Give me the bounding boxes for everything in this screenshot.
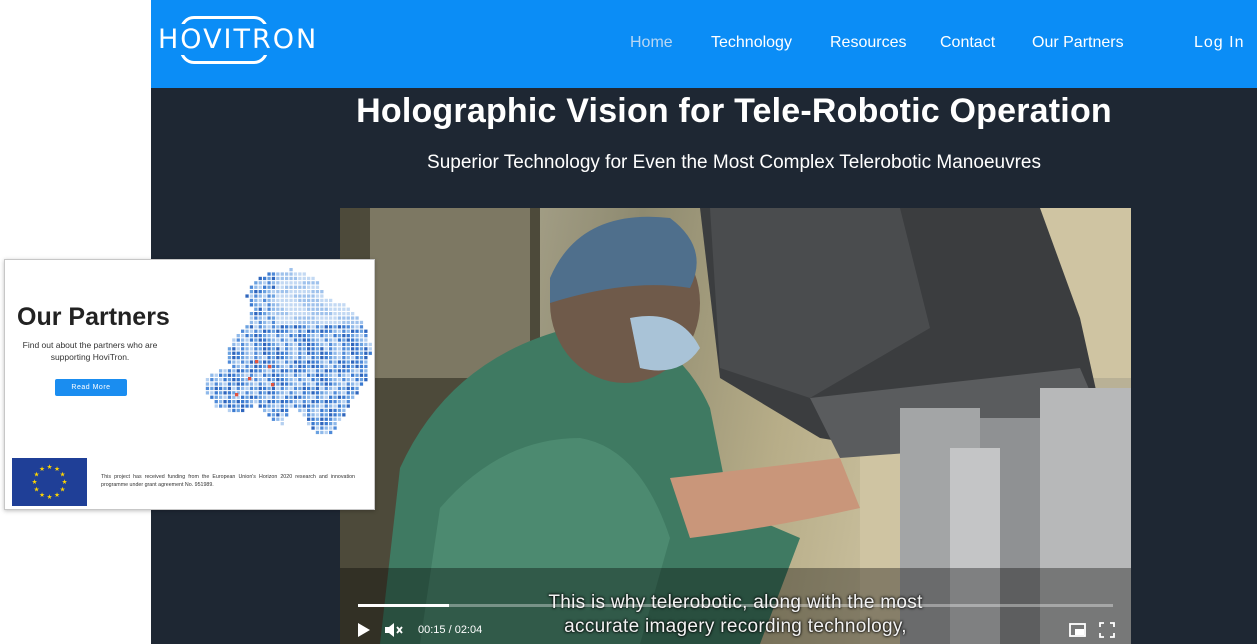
video-player[interactable]: This is why telerobotic, along with the … xyxy=(340,208,1131,644)
nav-link-technology[interactable]: Technology xyxy=(711,33,792,53)
card-title: Our Partners xyxy=(17,303,170,331)
partner-location-marker xyxy=(268,365,272,369)
surgeon-video-frame xyxy=(340,208,1131,644)
nav-link-resources[interactable]: Resources xyxy=(830,33,906,53)
picture-in-picture-icon[interactable] xyxy=(1069,622,1086,638)
partner-location-marker xyxy=(271,383,275,387)
hovitron-logo[interactable]: HOVITRON xyxy=(157,14,320,66)
eu-star-icon: ★ xyxy=(47,463,53,471)
funding-notice: This project has received funding from t… xyxy=(101,474,355,488)
eu-star-icon: ★ xyxy=(60,486,66,494)
eu-star-icon: ★ xyxy=(39,491,45,499)
eu-star-icon: ★ xyxy=(34,486,40,494)
eu-flag-icon: ★★★★★★★★★ ★ ★★ xyxy=(12,458,87,506)
partner-location-marker xyxy=(235,393,239,397)
europe-map-icon xyxy=(205,268,372,435)
partner-location-marker xyxy=(255,360,259,364)
video-progress-fill xyxy=(358,604,450,607)
partner-location-marker xyxy=(248,377,252,381)
play-icon[interactable] xyxy=(357,622,371,638)
login-button[interactable]: Log In xyxy=(1194,33,1244,53)
video-time-display: 00:15 / 02:04 xyxy=(418,624,483,636)
fullscreen-icon[interactable] xyxy=(1099,622,1115,638)
nav-link-home[interactable]: Home xyxy=(630,33,673,53)
read-more-button[interactable]: Read More xyxy=(55,379,127,396)
top-navigation-bar: HOVITRON Home Technology Resources Conta… xyxy=(151,0,1257,88)
caption-line-1: This is why telerobotic, along with the … xyxy=(548,592,923,613)
video-progress-bar[interactable] xyxy=(358,604,1113,607)
hero-subtitle: Superior Technology for Even the Most Co… xyxy=(427,152,1041,173)
eu-star-icon: ★ xyxy=(60,471,66,479)
nav-link-our-partners[interactable]: Our Partners xyxy=(1032,33,1124,53)
screenshot-stage: HOVITRON Home Technology Resources Conta… xyxy=(0,0,1257,644)
card-description: Find out about the partners who are supp… xyxy=(22,340,158,362)
our-partners-card: Our Partners Find out about the partners… xyxy=(4,259,375,510)
hero-title: Holographic Vision for Tele-Robotic Oper… xyxy=(356,92,1112,130)
logo-text: HOVITRON xyxy=(157,24,320,55)
eu-star-icon: ★ xyxy=(54,491,60,499)
mute-icon[interactable] xyxy=(384,622,404,638)
eu-star-icon: ★ xyxy=(47,493,53,501)
nav-link-contact[interactable]: Contact xyxy=(940,33,995,53)
eu-star-icon: ★ xyxy=(32,478,38,486)
eu-star-icon: ★ xyxy=(39,465,45,473)
